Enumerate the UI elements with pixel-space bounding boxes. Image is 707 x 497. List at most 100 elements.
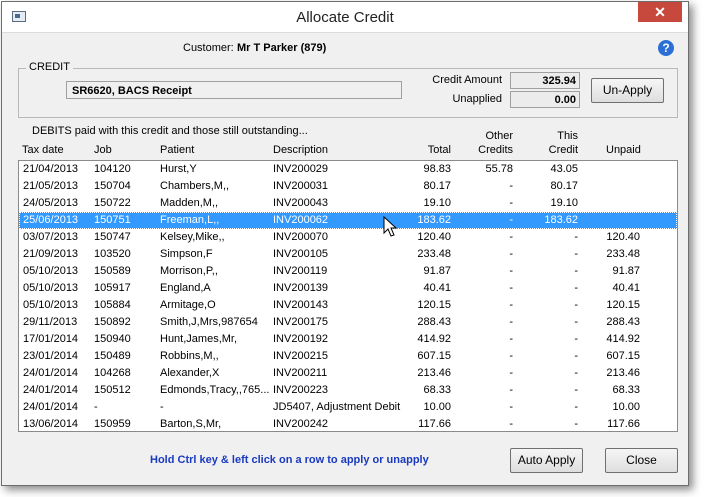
credit-amount-field: 325.94 (510, 72, 580, 89)
cell-desc: INV200223 (273, 384, 329, 396)
cell-date: 29/11/2013 (23, 316, 78, 328)
table-row[interactable]: 13/06/2014 150959 Barton,S,Mr, INV200242 117… (19, 416, 677, 431)
cell-patient: Freeman,L,, (160, 214, 220, 226)
col-this-credit-line1[interactable]: This (532, 130, 578, 142)
window-close-button[interactable]: ✕ (638, 2, 682, 22)
cell-patient: Morrison,P,, (160, 265, 218, 277)
cell-this: - (574, 418, 578, 430)
col-total[interactable]: Total (402, 144, 451, 156)
cell-desc: INV200031 (273, 180, 329, 192)
cell-total: 68.33 (423, 384, 451, 396)
cell-this: 183.62 (544, 214, 578, 226)
table-row[interactable]: 21/05/2013 150704 Chambers,M,, INV200031 80.… (19, 178, 677, 195)
cell-other: - (509, 231, 513, 243)
window-title: Allocate Credit (296, 9, 394, 26)
cell-patient: Armitage,O (160, 299, 216, 311)
cell-unpaid: 213.46 (606, 367, 640, 379)
table-row[interactable]: 05/10/2013 105917 England,A INV200139 40.41 -… (19, 280, 677, 297)
col-job[interactable]: Job (94, 144, 112, 156)
cell-job: 150704 (94, 180, 131, 192)
cell-patient: Robbins,M,, (160, 350, 219, 362)
auto-apply-button[interactable]: Auto Apply (510, 448, 583, 473)
cell-job: 150512 (94, 384, 131, 396)
cell-other: - (509, 248, 513, 260)
cell-patient: Hurst,Y (160, 163, 197, 175)
cell-other: - (509, 350, 513, 362)
cell-desc: INV200215 (273, 350, 329, 362)
cell-patient: Barton,S,Mr, (160, 418, 222, 430)
title-bar[interactable]: Allocate Credit ✕ (2, 2, 688, 33)
cell-patient: Simpson,F (160, 248, 213, 260)
cell-date: 25/06/2013 (23, 214, 79, 226)
cell-this: - (574, 350, 578, 362)
col-other-credits-line2[interactable]: Credits (462, 144, 513, 156)
cell-job: 150589 (94, 265, 131, 277)
col-this-credit-line2[interactable]: Credit (532, 144, 578, 156)
cell-this: - (574, 333, 578, 345)
cell-unpaid: 117.66 (607, 418, 640, 430)
cell-job: 150892 (94, 316, 131, 328)
cell-job: 105884 (94, 299, 131, 311)
cell-this: - (574, 282, 578, 294)
credit-group-legend: CREDIT (26, 61, 73, 73)
table-row[interactable]: 24/01/2014 150512 Edmonds,Tracy,,765... INV… (19, 382, 677, 399)
table-row[interactable]: 24/01/2014 - - JD5407, Adjustment Debit 10.0… (19, 399, 677, 416)
table-row[interactable]: 21/04/2013 104120 Hurst,Y INV200029 98.83 55.… (19, 161, 677, 178)
cell-unpaid: 120.40 (606, 231, 640, 243)
table-row[interactable]: 23/01/2014 150489 Robbins,M,, INV200215 607.… (19, 348, 677, 365)
cell-unpaid: 120.15 (606, 299, 640, 311)
table-row[interactable]: 05/10/2013 105884 Armitage,O INV200143 120.1… (19, 297, 677, 314)
table-row[interactable]: 05/10/2013 150589 Morrison,P,, INV200119 91.… (19, 263, 677, 280)
cell-unpaid: 233.48 (606, 248, 640, 260)
cell-date: 05/10/2013 (23, 299, 79, 311)
table-row[interactable]: 24/01/2014 104268 Alexander,X INV200211 213.… (19, 365, 677, 382)
table-row[interactable]: 17/01/2014 150940 Hunt,James,Mr, INV200192 4… (19, 331, 677, 348)
cell-unpaid: 288.43 (606, 316, 640, 328)
hint-text: Hold Ctrl key & left click on a row to a… (150, 454, 429, 466)
cell-date: 24/01/2014 (23, 401, 79, 413)
cell-unpaid: 40.41 (612, 282, 640, 294)
cell-desc: INV200139 (273, 282, 329, 294)
cell-job: 150959 (94, 418, 131, 430)
cell-unpaid: 607.15 (606, 350, 640, 362)
cell-total: 91.87 (423, 265, 451, 277)
col-tax-date[interactable]: Tax date (22, 144, 64, 156)
unapplied-label: Unapplied (452, 93, 502, 105)
cell-job: 150751 (94, 214, 131, 226)
cell-other: - (509, 214, 513, 226)
table-row[interactable]: 29/11/2013 150892 Smith,J,Mrs,987654 INV200… (19, 314, 677, 331)
un-apply-button[interactable]: Un-Apply (591, 78, 664, 103)
cell-other: - (509, 418, 513, 430)
table-row[interactable]: 21/09/2013 103520 Simpson,F INV200105 233.48… (19, 246, 677, 263)
cell-job: 105917 (94, 282, 131, 294)
cell-unpaid: 68.33 (612, 384, 640, 396)
cell-this: - (574, 231, 578, 243)
unapplied-field: 0.00 (510, 91, 580, 108)
cell-job: 150722 (94, 197, 131, 209)
cell-patient: Madden,M,, (160, 197, 219, 209)
cell-patient: Edmonds,Tracy,,765... (160, 384, 270, 396)
table-row[interactable]: 24/05/2013 150722 Madden,M,, INV200043 19.10… (19, 195, 677, 212)
cell-desc: INV200242 (273, 418, 329, 430)
table-row[interactable]: 25/06/2013 150751 Freeman,L,, INV200062 183.… (19, 212, 677, 229)
col-other-credits-line1[interactable]: Other (462, 130, 513, 142)
cell-other: 55.78 (485, 163, 513, 175)
cell-job: 104120 (94, 163, 131, 175)
cell-date: 23/01/2014 (23, 350, 79, 362)
cell-total: 19.10 (423, 197, 451, 209)
debits-grid[interactable]: 21/04/2013 104120 Hurst,Y INV200029 98.83 55.… (18, 160, 678, 432)
cell-job: 150489 (94, 350, 131, 362)
cell-desc: INV200175 (273, 316, 329, 328)
cell-patient: Smith,J,Mrs,987654 (160, 316, 258, 328)
col-unpaid[interactable]: Unpaid (606, 144, 641, 156)
table-row[interactable]: 03/07/2013 150747 Kelsey,Mike,, INV200070 12… (19, 229, 677, 246)
close-button[interactable]: Close (605, 448, 678, 473)
cell-unpaid: 10.00 (612, 401, 640, 413)
cell-desc: JD5407, Adjustment Debit (273, 401, 401, 413)
cell-this: - (574, 316, 578, 328)
help-icon[interactable]: ? (658, 40, 674, 56)
col-description[interactable]: Description (273, 144, 328, 156)
cell-date: 17/01/2014 (23, 333, 79, 345)
cell-other: - (509, 316, 513, 328)
col-patient[interactable]: Patient (160, 144, 194, 156)
